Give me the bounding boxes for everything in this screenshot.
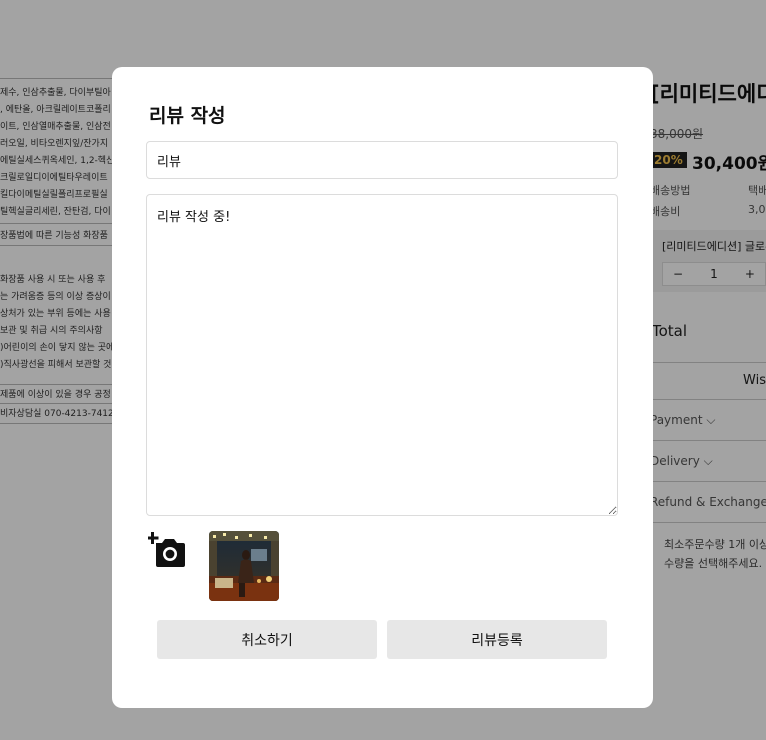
photo-thumbnail[interactable] <box>209 531 279 601</box>
cancel-button[interactable]: 취소하기 <box>157 620 377 659</box>
modal-title: 리뷰 작성 <box>149 105 226 127</box>
submit-review-button[interactable]: 리뷰등록 <box>387 620 607 659</box>
camera-plus-icon[interactable] <box>146 531 188 571</box>
review-write-modal: 리뷰 작성 리뷰 작성 중! <box>112 67 653 708</box>
review-title-input[interactable] <box>146 141 618 179</box>
review-body-textarea[interactable]: 리뷰 작성 중! <box>146 194 618 516</box>
